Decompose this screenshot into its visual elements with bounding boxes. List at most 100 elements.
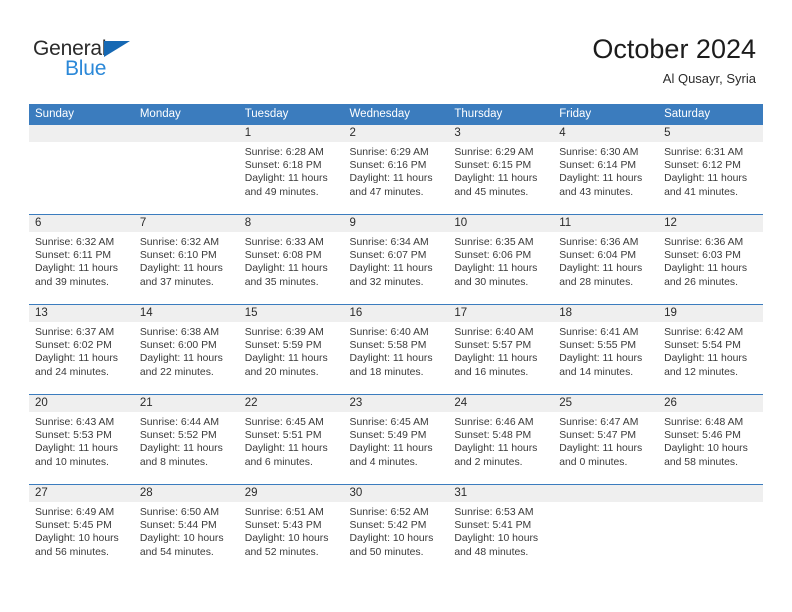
- calendar-cell[interactable]: 21 Sunrise: 6:44 AM Sunset: 5:52 PM Dayligh…: [133, 394, 239, 485]
- daylight-text-line2: and 52 minutes.: [244, 546, 319, 558]
- day-number: 8: [238, 215, 344, 232]
- daylight-text-line2: and 50 minutes.: [349, 546, 424, 558]
- sunrise-text: Sunrise: 6:35 AM: [454, 237, 534, 248]
- day-number: 24: [448, 395, 554, 412]
- sunrise-text: Sunrise: 6:36 AM: [559, 237, 639, 248]
- sunset-text: Sunset: 5:59 PM: [244, 340, 322, 352]
- daylight-text-line1: Daylight: 11 hours: [664, 173, 748, 185]
- daylight-text-line1: Daylight: 11 hours: [559, 353, 643, 365]
- calendar-cell[interactable]: 18 Sunrise: 6:41 AM Sunset: 5:55 PM Dayligh…: [553, 304, 659, 395]
- daylight-text-line2: and 49 minutes.: [244, 186, 319, 198]
- day-number: 19: [658, 305, 763, 322]
- calendar-cell[interactable]: 17 Sunrise: 6:40 AM Sunset: 5:57 PM Dayligh…: [448, 304, 554, 395]
- calendar-cell[interactable]: 14 Sunrise: 6:38 AM Sunset: 6:00 PM Dayligh…: [133, 304, 239, 395]
- daylight-text-line2: and 2 minutes.: [454, 456, 523, 468]
- calendar-cell[interactable]: 25 Sunrise: 6:47 AM Sunset: 5:47 PM Dayligh…: [553, 394, 659, 485]
- calendar-cell[interactable]: 12 Sunrise: 6:36 AM Sunset: 6:03 PM Dayligh…: [658, 214, 763, 305]
- daylight-text-line2: and 0 minutes.: [559, 456, 628, 468]
- daylight-text-line1: Daylight: 11 hours: [454, 353, 538, 365]
- sunrise-text: Sunrise: 6:38 AM: [139, 327, 219, 338]
- day-number: 9: [343, 215, 449, 232]
- calendar-cell[interactable]: 28 Sunrise: 6:50 AM Sunset: 5:44 PM Dayligh…: [133, 484, 239, 574]
- day-number: 30: [343, 485, 449, 502]
- day-number: 23: [343, 395, 449, 412]
- sunset-text: Sunset: 5:54 PM: [664, 340, 741, 352]
- day-number: 18: [553, 305, 659, 322]
- calendar-cell[interactable]: 11 Sunrise: 6:36 AM Sunset: 6:04 PM Dayligh…: [553, 214, 659, 305]
- daylight-text-line1: Daylight: 11 hours: [244, 443, 328, 455]
- calendar-cell[interactable]: [658, 484, 763, 574]
- sunrise-text: Sunrise: 6:33 AM: [244, 237, 324, 248]
- calendar-cell[interactable]: 23 Sunrise: 6:45 AM Sunset: 5:49 PM Dayligh…: [343, 394, 449, 485]
- sunset-text: Sunset: 6:07 PM: [349, 250, 427, 262]
- daylight-text-line2: and 48 minutes.: [454, 546, 529, 558]
- sunrise-text: Sunrise: 6:36 AM: [664, 237, 744, 248]
- calendar-cell[interactable]: 20 Sunrise: 6:43 AM Sunset: 5:53 PM Dayligh…: [29, 394, 134, 485]
- daylight-text-line1: Daylight: 11 hours: [35, 443, 118, 455]
- day-number: 12: [658, 215, 763, 232]
- calendar-cell[interactable]: 2 Sunrise: 6:29 AM Sunset: 6:16 PM Daylight…: [343, 125, 449, 215]
- sunset-text: Sunset: 6:02 PM: [35, 340, 112, 352]
- logo-triangle-icon: [104, 41, 130, 57]
- weekday-header-saturday: Saturday: [658, 104, 763, 125]
- calendar-cell[interactable]: 7 Sunrise: 6:32 AM Sunset: 6:10 PM Daylight…: [133, 214, 239, 305]
- calendar-cell[interactable]: 15 Sunrise: 6:39 AM Sunset: 5:59 PM Dayligh…: [238, 304, 344, 395]
- sunrise-text: Sunrise: 6:51 AM: [244, 507, 324, 518]
- calendar-cell[interactable]: 8 Sunrise: 6:33 AM Sunset: 6:08 PM Daylight…: [238, 214, 344, 305]
- day-number: 10: [448, 215, 554, 232]
- calendar-cell[interactable]: 30 Sunrise: 6:52 AM Sunset: 5:42 PM Dayligh…: [343, 484, 449, 574]
- sunset-text: Sunset: 5:55 PM: [559, 340, 637, 352]
- weekday-header-tuesday: Tuesday: [238, 104, 344, 125]
- sunrise-text: Sunrise: 6:49 AM: [35, 507, 115, 518]
- day-number: 3: [448, 125, 554, 142]
- sunset-text: Sunset: 5:46 PM: [664, 430, 741, 442]
- weekday-header-monday: Monday: [133, 104, 239, 125]
- sunset-text: Sunset: 5:53 PM: [35, 430, 112, 442]
- sunset-text: Sunset: 6:06 PM: [454, 250, 532, 262]
- daylight-text-line2: and 32 minutes.: [349, 276, 424, 288]
- day-number: 21: [133, 395, 239, 412]
- day-number: 29: [238, 485, 344, 502]
- calendar-cell[interactable]: 29 Sunrise: 6:51 AM Sunset: 5:43 PM Dayligh…: [238, 484, 344, 574]
- calendar-cell[interactable]: 5 Sunrise: 6:31 AM Sunset: 6:12 PM Daylight…: [658, 125, 763, 215]
- day-number: 31: [448, 485, 554, 502]
- day-number: 15: [238, 305, 344, 322]
- daylight-text-line2: and 37 minutes.: [139, 276, 214, 288]
- sunset-text: Sunset: 5:51 PM: [244, 430, 322, 442]
- calendar-cell[interactable]: 13 Sunrise: 6:37 AM Sunset: 6:02 PM Dayligh…: [29, 304, 134, 395]
- calendar-cell[interactable]: 31 Sunrise: 6:53 AM Sunset: 5:41 PM Dayligh…: [448, 484, 554, 574]
- calendar-cell[interactable]: 27 Sunrise: 6:49 AM Sunset: 5:45 PM Dayligh…: [29, 484, 134, 574]
- calendar-cell[interactable]: 9 Sunrise: 6:34 AM Sunset: 6:07 PM Daylight…: [343, 214, 449, 305]
- daylight-text-line1: Daylight: 11 hours: [139, 263, 223, 275]
- sunset-text: Sunset: 5:41 PM: [454, 520, 532, 532]
- sunrise-text: Sunrise: 6:53 AM: [454, 507, 534, 518]
- calendar-cell[interactable]: 26 Sunrise: 6:48 AM Sunset: 5:46 PM Dayligh…: [658, 394, 763, 485]
- calendar-cell[interactable]: 24 Sunrise: 6:46 AM Sunset: 5:48 PM Dayligh…: [448, 394, 554, 485]
- daylight-text-line2: and 39 minutes.: [35, 276, 109, 288]
- sunset-text: Sunset: 5:44 PM: [139, 520, 217, 532]
- daylight-text-line2: and 20 minutes.: [244, 366, 319, 378]
- calendar-cell[interactable]: 3 Sunrise: 6:29 AM Sunset: 6:15 PM Daylight…: [448, 125, 554, 215]
- calendar-cell[interactable]: [29, 125, 134, 215]
- day-number: 27: [29, 485, 134, 502]
- calendar-body: 1 Sunrise: 6:28 AM Sunset: 6:18 PM Daylight…: [29, 125, 763, 574]
- general-blue-logo[interactable]: General Blue: [33, 38, 153, 84]
- calendar-cell[interactable]: 1 Sunrise: 6:28 AM Sunset: 6:18 PM Daylight…: [238, 125, 344, 215]
- calendar-cell[interactable]: 10 Sunrise: 6:35 AM Sunset: 6:06 PM Dayligh…: [448, 214, 554, 305]
- daylight-text-line1: Daylight: 11 hours: [139, 353, 223, 365]
- sunrise-text: Sunrise: 6:52 AM: [349, 507, 429, 518]
- daylight-text-line1: Daylight: 10 hours: [139, 533, 224, 545]
- daylight-text-line1: Daylight: 11 hours: [244, 353, 328, 365]
- daylight-text-line1: Daylight: 11 hours: [559, 173, 643, 185]
- sunrise-text: Sunrise: 6:32 AM: [139, 237, 219, 248]
- calendar-cell[interactable]: 6 Sunrise: 6:32 AM Sunset: 6:11 PM Daylight…: [29, 214, 134, 305]
- calendar-cell[interactable]: [553, 484, 659, 574]
- day-number: 28: [133, 485, 239, 502]
- sunrise-text: Sunrise: 6:46 AM: [454, 417, 534, 428]
- calendar-cell[interactable]: 4 Sunrise: 6:30 AM Sunset: 6:14 PM Daylight…: [553, 125, 659, 215]
- calendar-cell[interactable]: [133, 125, 239, 215]
- calendar-cell[interactable]: 19 Sunrise: 6:42 AM Sunset: 5:54 PM Dayligh…: [658, 304, 763, 395]
- calendar-page: General Blue October 2024 Al Qusayr, Syr…: [0, 0, 792, 612]
- calendar-cell[interactable]: 16 Sunrise: 6:40 AM Sunset: 5:58 PM Dayligh…: [343, 304, 449, 395]
- calendar-cell[interactable]: 22 Sunrise: 6:45 AM Sunset: 5:51 PM Dayligh…: [238, 394, 344, 485]
